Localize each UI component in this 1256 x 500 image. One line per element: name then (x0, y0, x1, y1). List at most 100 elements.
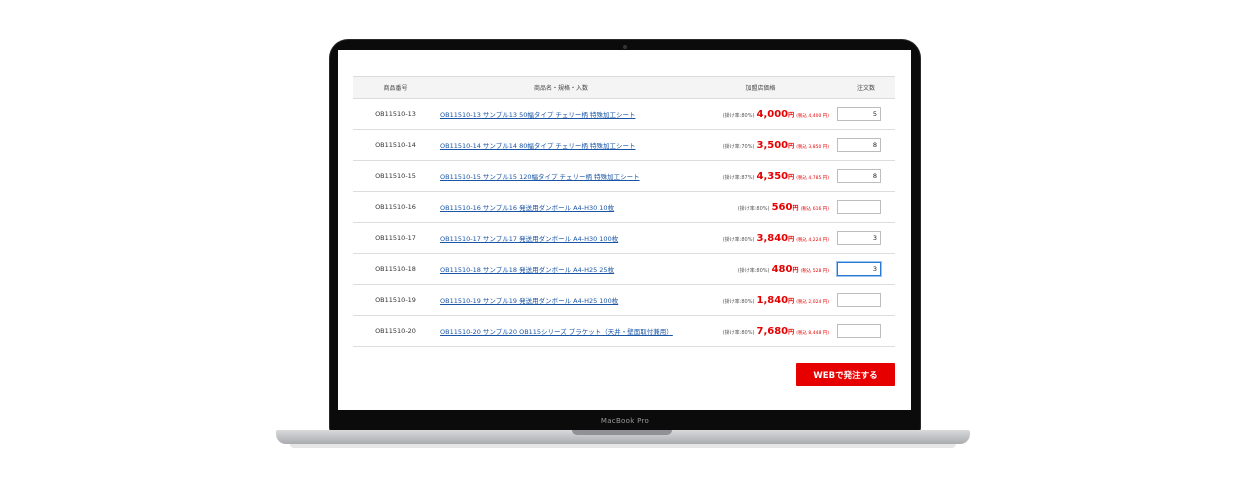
rate-text: (掛け率:80%) (737, 267, 770, 274)
header-price: 加盟店価格 (684, 76, 837, 99)
rate-text: (掛け率:70%) (722, 143, 755, 150)
price-cell: (掛け率:80%) 3,840円 (税込 4,224 円) (684, 222, 837, 254)
header-qty: 注文数 (837, 76, 895, 99)
table-row: OB11510-13 OB11510-13 サンプル13 50幅タイプ チェリー柄… (353, 98, 895, 130)
qty-cell (837, 160, 895, 192)
price-cell: (掛け率:80%) 480円 (税込 528 円) (684, 253, 837, 285)
qty-cell (837, 284, 895, 316)
tax-text: (税込 8,448 円) (796, 330, 829, 336)
table-row: OB11510-15 OB11510-15 サンプル15 120幅タイプ チェリー… (353, 160, 895, 192)
product-name-link[interactable]: OB11510-14 サンプル14 80幅タイプ チェリー柄 特殊加工シート (440, 142, 635, 150)
price-yen: 円 (788, 328, 795, 336)
product-name-cell: OB11510-20 サンプル20 OB115シリーズ ブラケット（天井・壁面取… (438, 315, 684, 347)
price-yen: 円 (788, 142, 795, 150)
product-name-link[interactable]: OB11510-17 サンプル17 発送用ダンボール A4-H30 100枚 (440, 235, 618, 243)
price-amount: 4,000 (756, 108, 789, 120)
web-order-button[interactable]: WEBで発注する (796, 363, 895, 386)
product-name-cell: OB11510-19 サンプル19 発送用ダンボール A4-H25 100枚 (438, 284, 684, 316)
product-name-cell: OB11510-17 サンプル17 発送用ダンボール A4-H30 100枚 (438, 222, 684, 254)
price-cell: (掛け率:87%) 4,350円 (税込 4,785 円) (684, 160, 837, 192)
table-header-row: 商品番号 商品名・規格・入数 加盟店価格 注文数 (353, 76, 895, 99)
product-code: OB11510-19 (353, 284, 438, 316)
price-amount: 1,840 (756, 294, 789, 306)
tax-text: (税込 2,024 円) (796, 299, 829, 305)
table-row: OB11510-19 OB11510-19 サンプル19 発送用ダンボール A4-… (353, 284, 895, 316)
laptop-shadow (290, 444, 956, 448)
quantity-input[interactable] (837, 231, 881, 245)
price-yen: 円 (788, 297, 795, 305)
price-amount: 3,840 (756, 232, 789, 244)
price-yen: 円 (792, 266, 799, 274)
product-name-cell: OB11510-13 サンプル13 50幅タイプ チェリー柄 特殊加工シート (438, 98, 684, 130)
table-row: OB11510-17 OB11510-17 サンプル17 発送用ダンボール A4-… (353, 222, 895, 254)
product-name-cell: OB11510-14 サンプル14 80幅タイプ チェリー柄 特殊加工シート (438, 129, 684, 161)
product-code: OB11510-16 (353, 191, 438, 223)
product-name-cell: OB11510-16 サンプル16 発送用ダンボール A4-H30 10枚 (438, 191, 684, 223)
qty-cell (837, 98, 895, 130)
price-cell: (掛け率:80%) 1,840円 (税込 2,024 円) (684, 284, 837, 316)
price-yen: 円 (788, 173, 795, 181)
tax-text: (税込 4,400 円) (796, 113, 829, 119)
product-code: OB11510-14 (353, 129, 438, 161)
price-yen: 円 (788, 111, 795, 119)
price-cell: (掛け率:70%) 3,500円 (税込 3,850 円) (684, 129, 837, 161)
quantity-input[interactable] (837, 262, 881, 276)
product-name-link[interactable]: OB11510-19 サンプル19 発送用ダンボール A4-H25 100枚 (440, 297, 618, 305)
product-name-link[interactable]: OB11510-13 サンプル13 50幅タイプ チェリー柄 特殊加工シート (440, 111, 635, 119)
price-amount: 4,350 (756, 170, 789, 182)
product-code: OB11510-17 (353, 222, 438, 254)
price-amount: 480 (771, 263, 793, 275)
rate-text: (掛け率:80%) (722, 112, 755, 119)
rate-text: (掛け率:80%) (722, 236, 755, 243)
device-label: MacBook Pro (600, 417, 650, 425)
tax-text: (税込 4,224 円) (796, 237, 829, 243)
rate-text: (掛け率:80%) (737, 205, 770, 212)
camera-icon (623, 45, 627, 49)
product-name-link[interactable]: OB11510-15 サンプル15 120幅タイプ チェリー柄 特殊加工シート (440, 173, 640, 181)
rate-text: (掛け率:87%) (722, 174, 755, 181)
quantity-input[interactable] (837, 138, 881, 152)
rate-text: (掛け率:80%) (722, 329, 755, 336)
product-name-cell: OB11510-18 サンプル18 発送用ダンボール A4-H25 25枚 (438, 253, 684, 285)
table-row: OB11510-18 OB11510-18 サンプル18 発送用ダンボール A4-… (353, 253, 895, 285)
price-amount: 3,500 (756, 139, 789, 151)
qty-cell (837, 253, 895, 285)
quantity-input[interactable] (837, 200, 881, 214)
qty-cell (837, 129, 895, 161)
tax-text: (税込 528 円) (800, 268, 829, 274)
rate-text: (掛け率:80%) (722, 298, 755, 305)
tax-text: (税込 3,850 円) (796, 144, 829, 150)
tax-text: (税込 616 円) (800, 206, 829, 212)
qty-cell (837, 222, 895, 254)
product-code: OB11510-15 (353, 160, 438, 192)
price-cell: (掛け率:80%) 7,680円 (税込 8,448 円) (684, 315, 837, 347)
product-name-link[interactable]: OB11510-18 サンプル18 発送用ダンボール A4-H25 25枚 (440, 266, 614, 274)
product-name-link[interactable]: OB11510-16 サンプル16 発送用ダンボール A4-H30 10枚 (440, 204, 614, 212)
price-amount: 560 (771, 201, 793, 213)
table-row: OB11510-14 OB11510-14 サンプル14 80幅タイプ チェリー柄… (353, 129, 895, 161)
header-name: 商品名・規格・入数 (438, 76, 684, 99)
price-amount: 7,680 (756, 325, 789, 337)
quantity-input[interactable] (837, 293, 881, 307)
product-name-cell: OB11510-15 サンプル15 120幅タイプ チェリー柄 特殊加工シート (438, 160, 684, 192)
product-name-link[interactable]: OB11510-20 サンプル20 OB115シリーズ ブラケット（天井・壁面取… (440, 328, 673, 336)
table-row: OB11510-20 OB11510-20 サンプル20 OB115シリーズ ブラ… (353, 315, 895, 347)
quantity-input[interactable] (837, 107, 881, 121)
table-row: OB11510-16 OB11510-16 サンプル16 発送用ダンボール A4-… (353, 191, 895, 223)
product-code: OB11510-18 (353, 253, 438, 285)
qty-cell (837, 315, 895, 347)
header-code: 商品番号 (353, 76, 438, 99)
product-table: 商品番号 商品名・規格・入数 加盟店価格 注文数 OB11510-13 OB115… (353, 76, 895, 347)
price-cell: (掛け率:80%) 4,000円 (税込 4,400 円) (684, 98, 837, 130)
price-cell: (掛け率:80%) 560円 (税込 616 円) (684, 191, 837, 223)
laptop-notch (572, 430, 672, 435)
product-code: OB11510-20 (353, 315, 438, 347)
quantity-input[interactable] (837, 169, 881, 183)
price-yen: 円 (792, 204, 799, 212)
product-code: OB11510-13 (353, 98, 438, 130)
quantity-input[interactable] (837, 324, 881, 338)
tax-text: (税込 4,785 円) (796, 175, 829, 181)
qty-cell (837, 191, 895, 223)
screen: 商品番号 商品名・規格・入数 加盟店価格 注文数 OB11510-13 OB115… (338, 50, 911, 410)
price-yen: 円 (788, 235, 795, 243)
